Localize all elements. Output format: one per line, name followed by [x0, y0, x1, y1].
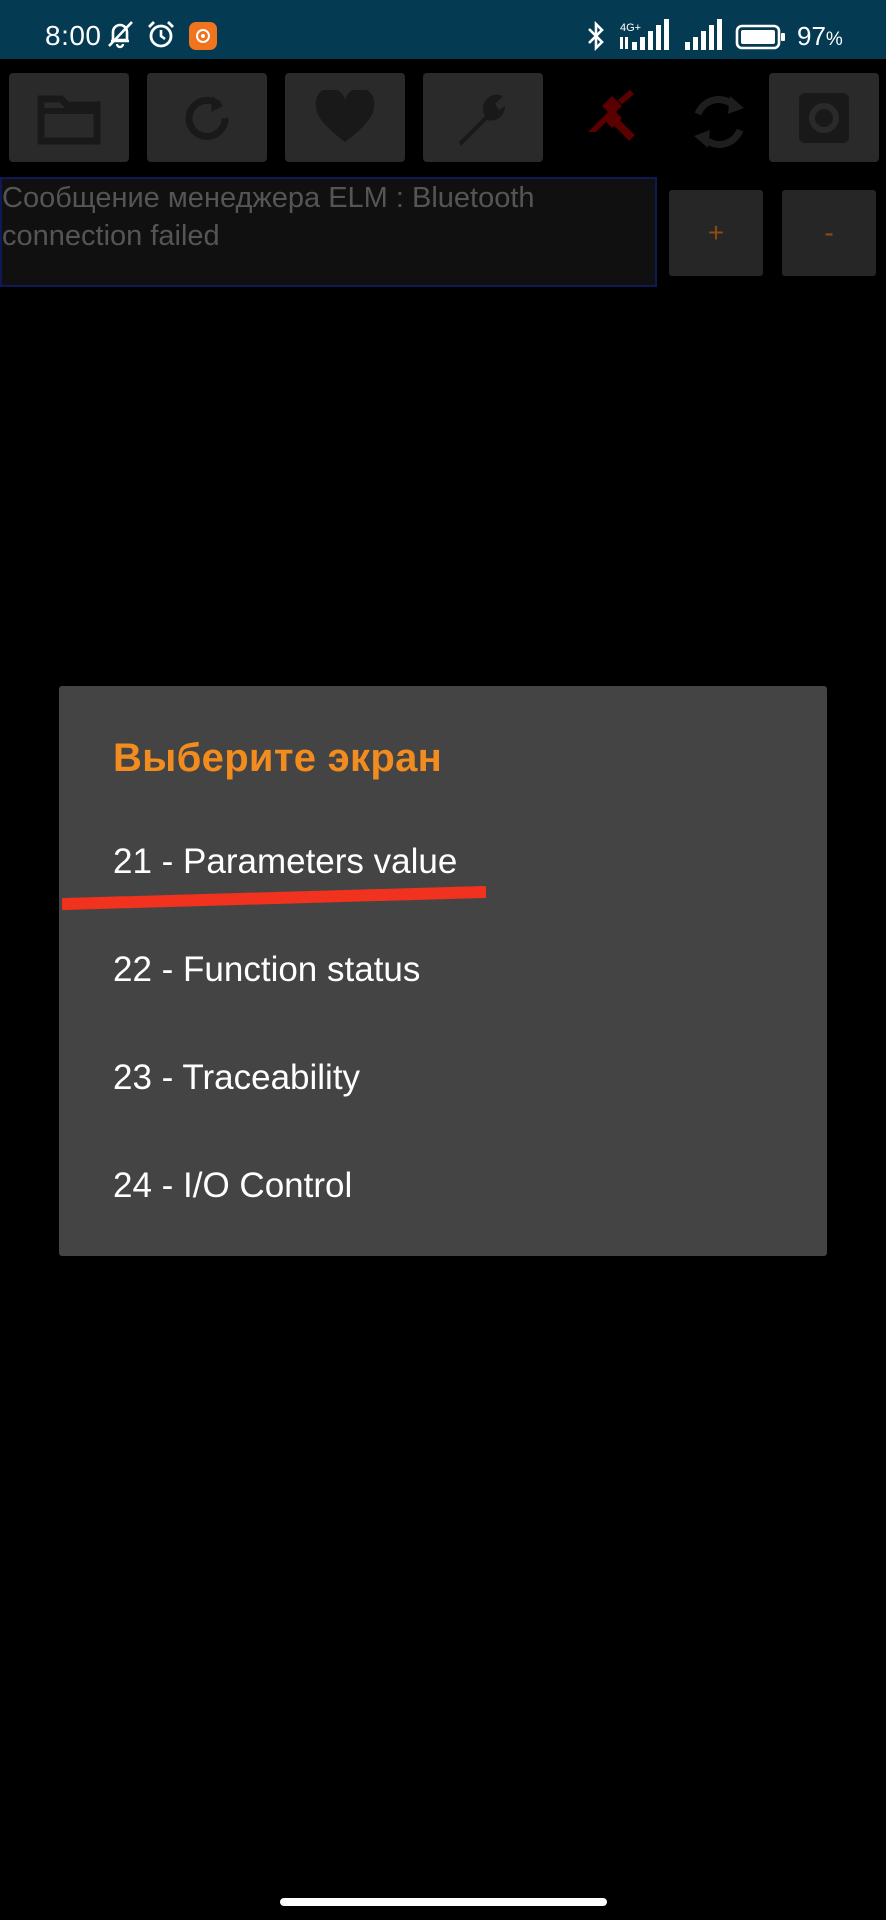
heart-icon	[315, 89, 375, 142]
gesture-nav-bar[interactable]	[280, 1898, 607, 1906]
dialog-item-label: 23 - Traceability	[113, 1058, 361, 1097]
bluetooth-disconnected-icon	[588, 89, 635, 141]
wrench-icon	[459, 94, 506, 146]
refresh-icon	[185, 95, 229, 140]
dialog-item-traceability[interactable]: 23 - Traceability	[59, 1024, 827, 1132]
bluetooth-icon	[585, 20, 607, 57]
settings-icon	[799, 92, 849, 143]
sync-icon	[694, 96, 744, 148]
tools-button[interactable]	[423, 73, 543, 162]
message-text: Сообщение менеджера ELM : Bluetooth conn…	[2, 182, 535, 252]
network-label: 4G+	[620, 22, 641, 34]
favorites-button[interactable]	[285, 73, 405, 162]
annotation-underline	[62, 886, 486, 910]
signal-4g-icon: 4G+	[618, 18, 676, 57]
refresh-button[interactable]	[147, 73, 267, 162]
status-time: 8:00	[45, 20, 102, 51]
signal-icon	[683, 18, 725, 57]
zoom-plus-button[interactable]: +	[669, 190, 763, 276]
alarm-icon	[145, 19, 177, 56]
folder-button[interactable]	[9, 73, 129, 162]
zoom-minus-button[interactable]: -	[782, 190, 876, 276]
dialog-item-label: 22 - Function status	[113, 950, 421, 989]
dialog-item-label: 24 - I/O Control	[113, 1166, 353, 1205]
battery-percent: 97%	[797, 21, 843, 51]
status-bar: 8:00 4G+ 97%	[0, 0, 886, 59]
app-notification-icon	[189, 22, 217, 55]
message-box: Сообщение менеджера ELM : Bluetooth conn…	[0, 177, 657, 287]
dialog-item-function-status[interactable]: 22 - Function status	[59, 916, 827, 1024]
settings-button[interactable]	[769, 73, 879, 162]
select-screen-dialog: Выберите экран 21 - Parameters value 22 …	[59, 686, 827, 1256]
dialog-item-io-control[interactable]: 24 - I/O Control	[59, 1132, 827, 1240]
bluetooth-disconnected-button[interactable]	[582, 88, 640, 148]
sync-button[interactable]	[684, 88, 754, 156]
mute-bell-icon	[105, 19, 135, 54]
dialog-title: Выберите экран	[113, 736, 443, 780]
folder-icon	[37, 95, 101, 144]
battery-icon	[735, 24, 787, 55]
